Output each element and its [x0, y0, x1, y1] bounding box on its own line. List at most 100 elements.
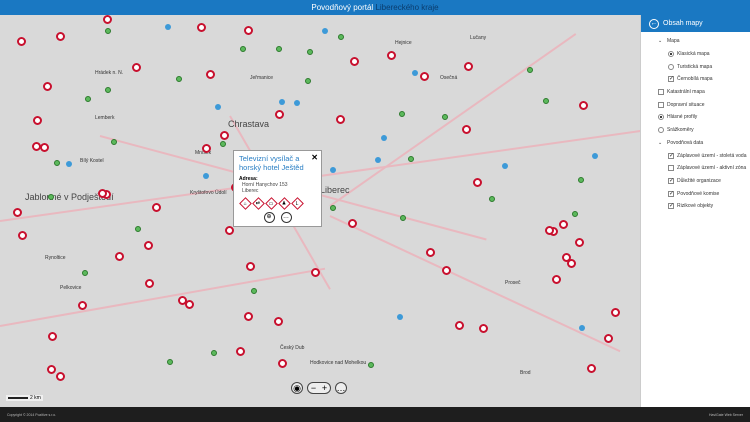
organization-marker[interactable]	[527, 67, 534, 74]
organization-marker[interactable]	[166, 359, 173, 366]
risk-object-marker[interactable]	[243, 312, 253, 322]
organization-marker[interactable]	[489, 195, 495, 202]
close-icon[interactable]: ✕	[311, 153, 318, 162]
organization-marker[interactable]	[329, 204, 336, 211]
organization-marker[interactable]	[407, 155, 414, 162]
risk-object-marker[interactable]	[350, 56, 360, 66]
organization-marker[interactable]	[543, 97, 550, 104]
radio-button[interactable]	[668, 51, 674, 58]
organization-marker[interactable]	[442, 114, 449, 121]
back-icon[interactable]: ←	[649, 18, 659, 29]
layer-item[interactable]: Dopravní situace	[658, 98, 750, 111]
chevron-down-icon[interactable]: ⌄	[658, 140, 664, 146]
risk-object-marker[interactable]	[32, 115, 42, 125]
risk-object-marker[interactable]	[206, 70, 216, 80]
layer-item[interactable]: ⌄ Mapa	[658, 35, 750, 48]
risk-object-marker[interactable]	[56, 32, 66, 42]
risk-object-marker[interactable]	[335, 115, 345, 125]
organization-marker[interactable]	[337, 33, 344, 40]
organization-marker[interactable]	[111, 138, 118, 145]
gauge-marker[interactable]	[579, 324, 586, 331]
organization-marker[interactable]	[400, 214, 407, 221]
risk-object-marker[interactable]	[224, 225, 234, 235]
layer-item[interactable]: ✓ Povodňové komise	[668, 187, 750, 200]
risk-object-marker[interactable]	[566, 259, 576, 269]
organization-marker[interactable]	[211, 349, 218, 356]
locate-button[interactable]: ◉	[291, 382, 303, 394]
gauge-marker[interactable]	[278, 98, 285, 105]
checkbox[interactable]: ✓	[668, 76, 674, 83]
checkbox[interactable]: ✓	[668, 203, 674, 210]
layer-item[interactable]: Katastrální mapa	[658, 86, 750, 99]
organization-marker[interactable]	[275, 46, 282, 53]
risk-object-marker[interactable]	[455, 321, 465, 331]
risk-object-marker[interactable]	[243, 26, 253, 36]
risk-object-marker[interactable]	[47, 365, 57, 375]
risk-object-marker[interactable]	[17, 36, 27, 46]
risk-object-marker[interactable]	[604, 333, 614, 343]
organization-marker[interactable]	[105, 87, 112, 94]
risk-object-marker[interactable]	[114, 251, 124, 261]
organization-marker[interactable]	[251, 288, 258, 295]
risk-object-marker[interactable]	[31, 141, 41, 151]
organization-marker[interactable]	[85, 95, 91, 102]
more-button[interactable]: …	[335, 382, 347, 394]
layer-item[interactable]: Klasická mapa	[668, 48, 750, 61]
organization-marker[interactable]	[571, 211, 578, 218]
checkbox[interactable]: ✓	[668, 152, 674, 159]
risk-object-marker[interactable]	[236, 347, 246, 357]
layer-item[interactable]: Turistická mapa	[668, 60, 750, 73]
gauge-marker[interactable]	[203, 172, 210, 179]
risk-object-marker[interactable]	[18, 231, 28, 241]
risk-object-marker[interactable]	[144, 278, 154, 288]
organization-marker[interactable]	[219, 141, 226, 148]
organization-marker[interactable]	[399, 111, 406, 118]
risk-object-marker[interactable]	[102, 15, 112, 25]
risk-object-marker[interactable]	[274, 110, 284, 120]
risk-object-marker[interactable]	[40, 143, 50, 153]
radio-button[interactable]	[658, 127, 664, 134]
risk-object-marker[interactable]	[347, 219, 357, 229]
risk-object-marker[interactable]	[220, 130, 230, 140]
gauge-marker[interactable]	[294, 99, 301, 106]
risk-object-marker[interactable]	[196, 22, 206, 32]
risk-object-marker[interactable]	[55, 371, 65, 381]
layer-item[interactable]: Srážkoměry	[658, 124, 750, 137]
organization-marker[interactable]	[240, 46, 247, 53]
risk-object-marker[interactable]	[202, 143, 212, 153]
layer-item[interactable]: ✓ Důležité organizace	[668, 175, 750, 188]
organization-marker[interactable]	[134, 226, 141, 233]
organization-marker[interactable]	[53, 160, 60, 167]
risk-object-marker[interactable]	[311, 268, 321, 277]
checkbox[interactable]	[668, 165, 674, 172]
risk-object-marker[interactable]	[151, 202, 161, 212]
risk-object-marker[interactable]	[274, 316, 284, 326]
gauge-marker[interactable]	[501, 163, 508, 170]
risk-object-marker[interactable]	[387, 50, 397, 60]
risk-object-marker[interactable]	[42, 82, 52, 92]
map-canvas[interactable]: Chrastava Jablonné v Podještědí Liberec Hrá…	[0, 15, 640, 407]
risk-object-marker[interactable]	[419, 71, 429, 81]
risk-object-marker[interactable]	[479, 324, 489, 333]
gauge-marker[interactable]	[592, 152, 599, 159]
risk-object-marker[interactable]	[245, 261, 255, 271]
gauge-marker[interactable]	[321, 27, 328, 34]
layer-item[interactable]: Záplavové území - aktivní zóna	[668, 162, 750, 175]
risk-object-marker[interactable]	[277, 359, 287, 369]
risk-object-marker[interactable]	[185, 299, 195, 309]
checkbox[interactable]	[658, 101, 664, 108]
zoom-in-button[interactable]: +	[322, 383, 327, 393]
organization-marker[interactable]	[307, 48, 314, 55]
radio-button[interactable]	[658, 114, 664, 121]
gauge-marker[interactable]	[380, 135, 387, 142]
organization-marker[interactable]	[367, 362, 374, 369]
risk-object-marker[interactable]	[575, 237, 585, 247]
gauge-marker[interactable]	[411, 70, 418, 77]
gauge-marker[interactable]	[65, 160, 72, 167]
risk-object-marker[interactable]	[143, 241, 153, 251]
risk-object-marker[interactable]	[131, 63, 141, 73]
layer-item[interactable]: ⌄ Povodňová data	[658, 137, 750, 150]
risk-object-marker[interactable]	[441, 266, 451, 276]
checkbox[interactable]	[658, 89, 664, 96]
risk-object-marker[interactable]	[48, 332, 58, 342]
